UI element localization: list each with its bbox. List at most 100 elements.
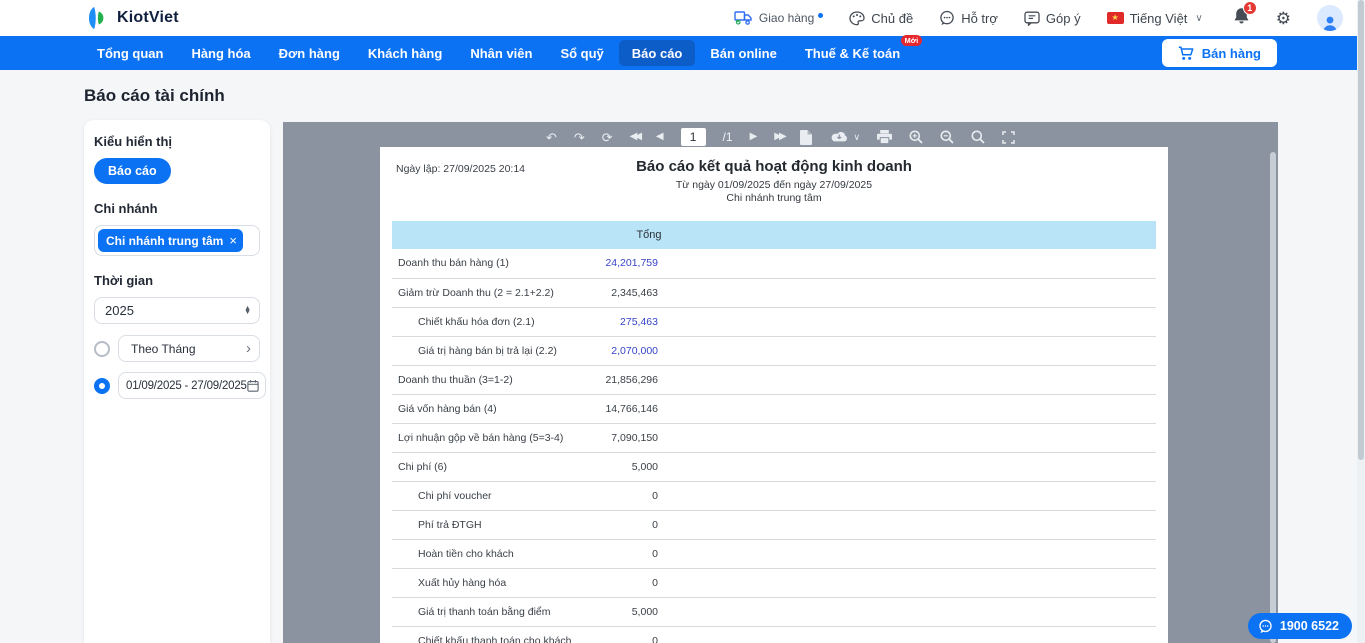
nav-item[interactable]: Đơn hàng <box>266 40 353 66</box>
notifications-button[interactable]: 1 <box>1233 7 1250 30</box>
report-period: Từ ngày 01/09/2025 đến ngày 27/09/2025 <box>380 179 1168 191</box>
report-type-button[interactable]: Báo cáo <box>94 158 171 184</box>
row-label: Hoàn tiền cho khách <box>392 539 564 568</box>
branch-group: Chi nhánh Chi nhánh trung tâm × <box>94 201 260 256</box>
calendar-icon <box>247 380 259 392</box>
chevron-right-icon: › <box>246 340 251 357</box>
row-value[interactable]: 24,201,759 <box>564 249 660 278</box>
row-value[interactable]: 275,463 <box>564 307 660 336</box>
hotline-button[interactable]: 1900 6522 <box>1248 613 1352 639</box>
date-range-radio[interactable] <box>94 378 110 394</box>
print-icon[interactable] <box>877 130 892 144</box>
top-header: KiotViet Giao hàng Chủ đề <box>0 0 1365 36</box>
report-table-row: Chi phí (6)5,000 <box>392 452 1156 481</box>
nav-item[interactable]: Bán online <box>697 40 789 66</box>
search-icon[interactable] <box>971 130 985 144</box>
redo-icon[interactable]: ↷ <box>574 131 585 144</box>
row-spacer <box>660 249 1156 278</box>
download-icon[interactable]: ∨ <box>829 130 860 144</box>
page-title: Báo cáo tài chính <box>84 86 225 106</box>
language-selector[interactable]: ★ Tiếng Việt ∨ <box>1107 11 1203 26</box>
nav-item[interactable]: Sổ quỹ <box>547 40 616 66</box>
page-number-input[interactable] <box>681 128 706 146</box>
export-document-icon[interactable] <box>800 130 812 145</box>
by-month-option: Theo Tháng › <box>94 335 260 362</box>
row-value: 7,090,150 <box>564 423 660 452</box>
page-scrollbar[interactable] <box>1357 0 1365 643</box>
brand-logo[interactable]: KiotViet <box>84 5 179 31</box>
nav-item[interactable]: Tổng quan <box>84 40 176 66</box>
display-type-label: Kiểu hiển thị <box>94 134 260 149</box>
sell-button[interactable]: Bán hàng <box>1162 39 1277 67</box>
nav-item-label: Báo cáo <box>632 46 683 61</box>
hotline-chat-icon <box>1258 619 1273 634</box>
nav-item-label: Tổng quan <box>97 46 163 61</box>
nav-item[interactable]: Báo cáo <box>619 40 696 66</box>
report-table-header-row: Tổng <box>392 221 1156 249</box>
row-spacer <box>660 510 1156 539</box>
branch-chip-label: Chi nhánh trung tâm <box>106 234 223 248</box>
nav-item[interactable]: Hàng hóa <box>178 40 263 66</box>
page-total-label: /1 <box>723 130 733 144</box>
support-menu-item[interactable]: Hỗ trợ <box>939 10 998 26</box>
report-table-row: Doanh thu thuần (3=1-2)21,856,296 <box>392 365 1156 394</box>
nav-item-label: Khách hàng <box>368 46 442 61</box>
first-page-icon[interactable]: ◀◀ <box>630 132 639 142</box>
support-label: Hỗ trợ <box>961 11 998 26</box>
row-spacer <box>660 539 1156 568</box>
time-label: Thời gian <box>94 273 260 288</box>
row-spacer <box>660 307 1156 336</box>
row-label: Chi phí voucher <box>392 481 564 510</box>
row-spacer <box>660 365 1156 394</box>
row-label: Giá vốn hàng bán (4) <box>392 394 564 423</box>
row-label: Xuất hủy hàng hóa <box>392 568 564 597</box>
main-nav: Tổng quan Hàng hóaĐơn hàng Khách hàng Nhân … <box>0 36 1365 70</box>
feedback-menu-item[interactable]: Góp ý <box>1024 11 1081 26</box>
nav-item[interactable]: Khách hàng <box>355 40 455 66</box>
total-column-header: Tổng <box>564 229 734 241</box>
theme-menu-item[interactable]: Chủ đề <box>849 11 913 26</box>
year-select[interactable]: 2025 ▲▼ <box>94 297 260 324</box>
nav-item-label: Nhân viên <box>470 46 532 61</box>
viewer-scrollbar[interactable] <box>1269 152 1277 643</box>
row-value: 21,856,296 <box>564 365 660 394</box>
undo-icon[interactable]: ↶ <box>546 131 557 144</box>
last-page-icon[interactable]: ▶▶ <box>774 132 783 142</box>
row-value[interactable]: 2,070,000 <box>564 336 660 365</box>
delivery-menu-item[interactable]: Giao hàng <box>734 11 823 25</box>
filter-sidebar: Kiểu hiển thị Báo cáo Chi nhánh Chi nhán… <box>84 120 270 643</box>
report-table: Tổng Doanh thu bán hàng (1)24,201,759Giả… <box>392 221 1156 643</box>
settings-gear-icon[interactable]: ⚙ <box>1276 10 1291 27</box>
user-avatar[interactable] <box>1317 5 1343 31</box>
previous-page-icon[interactable]: ◀ <box>656 132 664 142</box>
fullscreen-icon[interactable] <box>1002 131 1015 144</box>
cart-icon <box>1178 46 1194 61</box>
row-label: Chiết khấu hóa đơn (2.1) <box>392 307 564 336</box>
row-value: 5,000 <box>564 452 660 481</box>
row-spacer <box>660 597 1156 626</box>
viewer-scrollbar-thumb[interactable] <box>1270 152 1276 643</box>
remove-branch-icon[interactable]: × <box>229 233 237 248</box>
branch-label: Chi nhánh <box>94 201 260 216</box>
refresh-icon[interactable]: ⟳ <box>602 131 613 144</box>
person-icon <box>1322 15 1338 31</box>
date-range-field[interactable]: 01/09/2025 - 27/09/2025 <box>118 372 266 399</box>
nav-item[interactable]: Nhân viên <box>457 40 545 66</box>
feedback-label: Góp ý <box>1046 11 1081 26</box>
nav-item[interactable]: Thuế & Kế toánMới <box>792 40 913 66</box>
zoom-in-icon[interactable] <box>909 130 923 144</box>
zoom-out-icon[interactable] <box>940 130 954 144</box>
brand-name: KiotViet <box>117 9 179 27</box>
by-month-field[interactable]: Theo Tháng › <box>118 335 260 362</box>
by-month-radio[interactable] <box>94 341 110 357</box>
row-value: 14,766,146 <box>564 394 660 423</box>
display-type-group: Kiểu hiển thị Báo cáo <box>94 134 260 184</box>
main-nav-items: Tổng quan Hàng hóaĐơn hàng Khách hàng Nhân … <box>84 36 913 70</box>
nav-item-label: Sổ quỹ <box>560 46 603 61</box>
branch-multiselect[interactable]: Chi nhánh trung tâm × <box>94 225 260 256</box>
row-spacer <box>660 423 1156 452</box>
next-page-icon[interactable]: ▶ <box>750 132 758 142</box>
report-table-row: Doanh thu bán hàng (1)24,201,759 <box>392 249 1156 278</box>
page-scrollbar-thumb[interactable] <box>1358 0 1364 460</box>
report-sheet: Ngày lập: 27/09/2025 20:14 Báo cáo kết q… <box>380 147 1168 643</box>
